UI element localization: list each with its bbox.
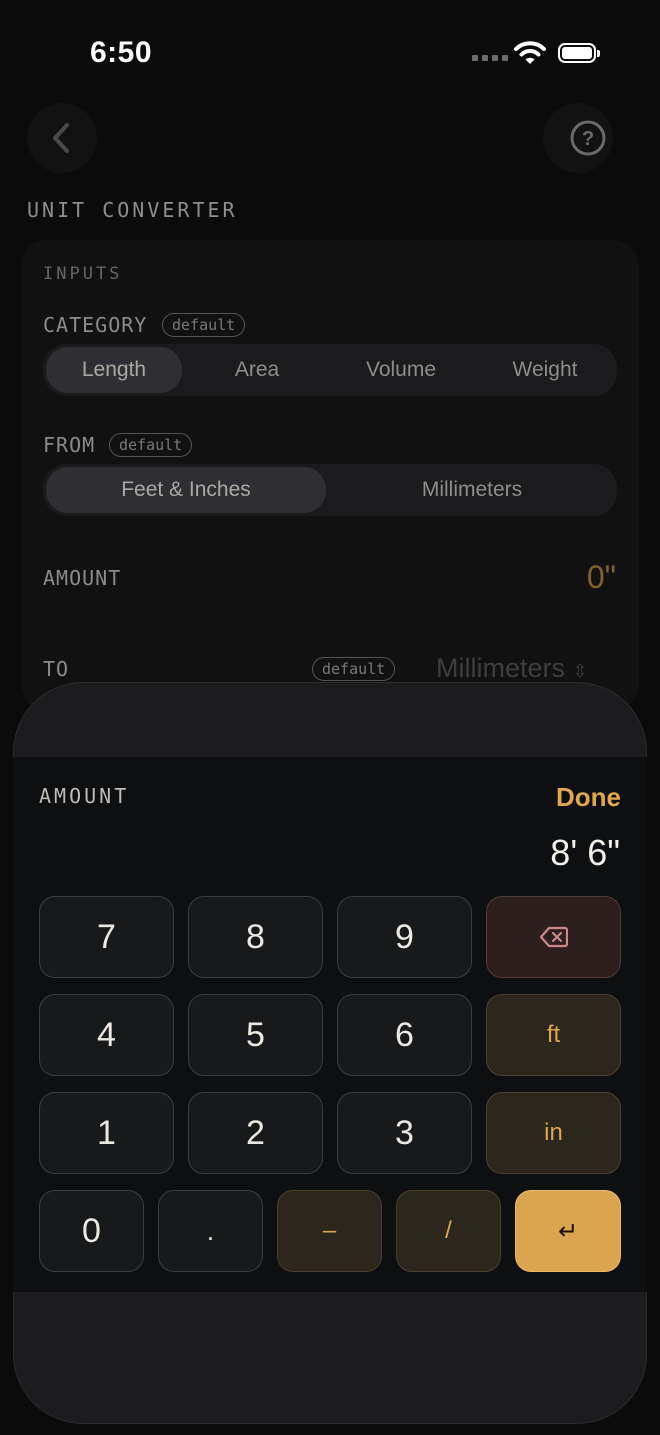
- key-9[interactable]: 9: [337, 896, 472, 978]
- key-inches[interactable]: in: [486, 1092, 621, 1174]
- key-3[interactable]: 3: [337, 1092, 472, 1174]
- cellular-signal-icon: [472, 55, 508, 63]
- key-2[interactable]: 2: [188, 1092, 323, 1174]
- key-4[interactable]: 4: [39, 994, 174, 1076]
- key-dash[interactable]: –: [277, 1190, 382, 1272]
- to-label: TO: [43, 657, 70, 681]
- keypad-display: 8' 6": [550, 832, 620, 873]
- keypad-title: AMOUNT: [39, 784, 130, 808]
- amount-label: AMOUNT: [43, 566, 122, 590]
- inputs-section-label: INPUTS: [43, 264, 123, 284]
- from-label: FROM: [43, 433, 96, 457]
- delete-button[interactable]: [486, 896, 621, 978]
- key-decimal[interactable]: .: [158, 1190, 263, 1272]
- segment-feet-inches[interactable]: Feet & Inches: [46, 467, 326, 513]
- amount-value[interactable]: 0": [587, 559, 616, 596]
- segment-millimeters[interactable]: Millimeters: [330, 464, 614, 516]
- battery-icon: [558, 43, 600, 63]
- segment-volume[interactable]: Volume: [332, 344, 470, 396]
- key-feet[interactable]: ft: [486, 994, 621, 1076]
- to-unit-select[interactable]: Millimeters ⇳: [436, 653, 588, 684]
- segment-area[interactable]: Area: [188, 344, 326, 396]
- key-1[interactable]: 1: [39, 1092, 174, 1174]
- help-button[interactable]: ?: [543, 103, 613, 173]
- key-0[interactable]: 0: [39, 1190, 144, 1272]
- page-title: UNIT CONVERTER: [27, 198, 238, 222]
- help-circle-icon: ?: [570, 120, 606, 156]
- to-unit-value: Millimeters: [436, 653, 566, 683]
- svg-text:?: ?: [582, 128, 594, 150]
- done-button[interactable]: Done: [556, 782, 621, 813]
- key-6[interactable]: 6: [337, 994, 472, 1076]
- key-7[interactable]: 7: [39, 896, 174, 978]
- back-button[interactable]: [27, 103, 97, 173]
- segment-length[interactable]: Length: [46, 347, 182, 393]
- key-5[interactable]: 5: [188, 994, 323, 1076]
- segment-weight[interactable]: Weight: [476, 344, 614, 396]
- category-default-badge: default: [162, 313, 246, 337]
- to-default-badge: default: [312, 657, 396, 681]
- status-time: 6:50: [90, 36, 153, 69]
- wifi-icon: [514, 40, 546, 66]
- from-default-badge: default: [109, 433, 193, 457]
- delete-backspace-icon: [539, 926, 568, 948]
- from-segmented-control: Feet & Inches Millimeters: [43, 464, 617, 516]
- chevron-left-icon: [53, 123, 69, 153]
- category-segmented-control: Length Area Volume Weight: [43, 344, 617, 396]
- chevron-up-down-icon: ⇳: [572, 661, 588, 681]
- category-label: CATEGORY: [43, 313, 148, 337]
- key-slash[interactable]: /: [396, 1190, 501, 1272]
- enter-button[interactable]: ↵: [515, 1190, 621, 1272]
- key-8[interactable]: 8: [188, 896, 323, 978]
